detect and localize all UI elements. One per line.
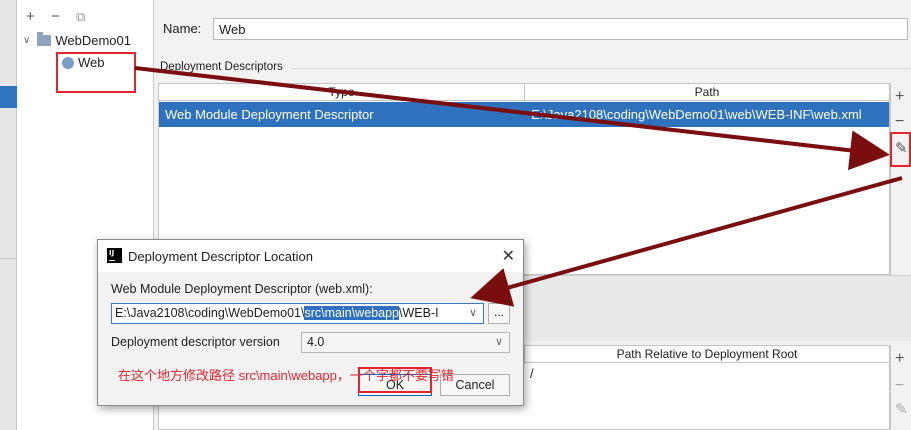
arrow-to-edit-button: [134, 66, 890, 171]
arrow-to-path-field: [470, 176, 903, 307]
annotation-arrows: [134, 66, 903, 307]
